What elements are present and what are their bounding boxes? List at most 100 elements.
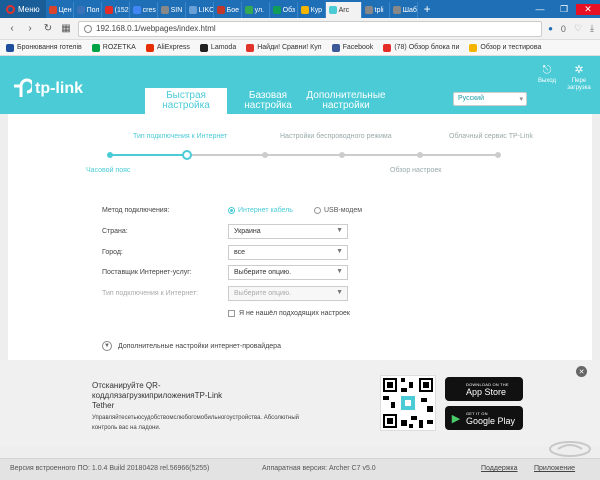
city-label: Город: — [102, 249, 123, 256]
bookmark-favicon-icon — [145, 43, 154, 52]
logo-text: tp-link — [35, 80, 83, 97]
language-select[interactable]: Русский ▾ — [453, 92, 527, 106]
tab-favicon-icon — [76, 6, 85, 14]
tplink-logo-icon — [14, 78, 32, 97]
router-footer: Версия встроенного ПО: 1.0.4 Build 20180… — [0, 458, 600, 480]
bookmark-item[interactable]: ROZETKA — [91, 43, 136, 52]
tether-promo — [0, 360, 600, 446]
bookmark-item[interactable]: Обзор и тестирова — [469, 43, 542, 52]
maximize-icon[interactable]: ❐ — [552, 4, 576, 15]
app-link[interactable]: Приложение — [534, 465, 575, 472]
step-timezone: Часовой пояс — [86, 167, 131, 174]
bookmark-favicon-icon — [91, 43, 100, 52]
url-field[interactable]: 192.168.0.1/webpages/index.html — [78, 20, 543, 37]
browser-tab[interactable]: ул. — [242, 2, 270, 18]
bookmark-item[interactable]: Бронювання готелів — [6, 43, 82, 52]
new-tab-button[interactable]: + — [418, 2, 437, 16]
browser-tab[interactable]: Цен — [46, 2, 74, 18]
chevron-down-icon: ▼ — [336, 268, 343, 275]
logout-button[interactable]: ⎋ Выход — [532, 64, 562, 85]
bookmark-item[interactable]: (78) Обзор блока пи — [383, 43, 459, 52]
reboot-button[interactable]: ✲ Пере загрузка — [564, 64, 594, 92]
browser-tab-label: (152 — [114, 6, 129, 14]
browser-tab[interactable]: LIKO — [186, 2, 214, 18]
tab-favicon-icon — [364, 6, 373, 14]
step-connection-type: Тип подключения к Интернет — [133, 133, 228, 140]
browser-tab[interactable]: Обз — [270, 2, 298, 18]
vpn-icon[interactable]: ● — [548, 24, 553, 33]
city-select[interactable]: все ▼ — [228, 245, 348, 260]
radio-usb-modem[interactable]: USB-модем — [314, 207, 362, 214]
advanced-isp-toggle[interactable]: ▼ Дополнительные настройки интернет-пров… — [102, 341, 281, 351]
isp-select[interactable]: Выберите опцию. ▼ — [228, 265, 348, 280]
city-value: все — [234, 249, 246, 256]
google-play-button[interactable]: ▶ GET IT ON Google Play — [445, 406, 523, 430]
tab-favicon-icon — [216, 6, 225, 14]
browser-tab[interactable]: Шаб — [390, 2, 418, 18]
browser-tab[interactable]: Кур — [298, 2, 326, 18]
bookmark-item[interactable]: AliExpress — [145, 43, 190, 52]
step-review: Обзор настроек — [390, 167, 442, 174]
step-dot-timezone — [107, 152, 113, 158]
step-cloud: Облачный сервис TP-Link — [449, 133, 533, 140]
browser-tab[interactable]: SIN — [158, 2, 186, 18]
tab-quick-setup-label: Быстрая настройка — [162, 90, 210, 111]
advanced-isp-label: Дополнительные настройки интернет-провай… — [118, 342, 281, 350]
bookmark-item[interactable]: Найди! Сравни! Куп — [246, 43, 322, 52]
chevron-down-icon: ▼ — [102, 341, 112, 351]
app-store-button[interactable]: DOWNLOAD ON THE App Store — [445, 377, 523, 401]
tab-advanced-setup-label: Дополнительные настройки — [306, 90, 386, 111]
promo-title: Отсканируйте QR-коддлязагрузкиприложения… — [92, 381, 223, 410]
opera-menu-button[interactable]: Меню — [0, 0, 46, 18]
step-dot-review — [339, 152, 345, 158]
tab-advanced-setup[interactable]: Дополнительные настройки — [305, 88, 387, 114]
back-icon[interactable]: ‹ — [6, 23, 18, 34]
downloads-icon[interactable]: ⤓ — [590, 23, 594, 34]
bookmark-favicon-icon — [331, 43, 340, 52]
close-icon[interactable]: ✕ — [576, 3, 600, 15]
watermark-logo-icon — [549, 441, 591, 457]
firmware-version: Версия встроенного ПО: 1.0.4 Build 20180… — [10, 465, 210, 472]
site-info-icon[interactable] — [84, 24, 92, 33]
speed-dial-icon[interactable]: ▦ — [60, 23, 72, 34]
browser-tab[interactable]: cres — [130, 2, 158, 18]
browser-tab[interactable]: Бое — [214, 2, 242, 18]
tab-favicon-icon — [188, 6, 197, 14]
not-found-checkbox[interactable]: Я не нашёл подходящих настроек — [228, 310, 350, 317]
browser-tab[interactable]: tpli — [362, 2, 390, 18]
country-select[interactable]: Украина ▼ — [228, 224, 348, 239]
opera-logo-icon — [6, 4, 15, 14]
browser-tab[interactable]: (152 — [102, 2, 130, 18]
bookmark-favicon-icon — [6, 43, 14, 52]
not-found-label: Я не нашёл подходящих настроек — [239, 310, 350, 317]
country-value: Украина — [234, 228, 261, 235]
bookmark-label: Найди! Сравни! Куп — [257, 44, 322, 51]
bookmark-label: Facebook — [342, 44, 374, 51]
promo-close-icon[interactable]: ✕ — [576, 366, 587, 377]
step-dot-connection-type — [182, 150, 192, 160]
bookmark-item[interactable]: Lamoda — [199, 43, 236, 52]
radio-unchecked-icon — [314, 207, 321, 214]
browser-tab[interactable]: Пол — [74, 2, 102, 18]
radio-internet-cable[interactable]: Интернет кабель — [228, 207, 293, 214]
tab-basic-setup[interactable]: Базовая настройка — [237, 88, 299, 114]
bookmark-item[interactable]: Facebook — [331, 43, 374, 52]
forward-icon[interactable]: › — [24, 23, 36, 34]
support-link[interactable]: Поддержка — [481, 465, 518, 472]
tab-favicon-icon — [272, 6, 281, 14]
browser-tab-label: Бое — [226, 6, 240, 14]
radio-internet-cable-label: Интернет кабель — [238, 207, 293, 214]
tab-quick-setup[interactable]: Быстрая настройка — [145, 88, 227, 114]
reload-icon[interactable]: ↻ — [42, 23, 54, 34]
browser-tab-strip: Меню Цен Пол (152 cres SIN LIKO Бое ул. Обз Кур Ar… — [0, 0, 600, 18]
minimize-icon[interactable]: — — [528, 4, 552, 15]
browser-tab[interactable]: Arc — [325, 2, 362, 18]
browser-tab-label: LIKO — [198, 6, 214, 14]
step-dot-cloud — [495, 152, 501, 158]
app-store-big: App Store — [466, 386, 507, 397]
bookmark-label: Обзор и тестирова — [480, 44, 542, 51]
bookmark-heart-icon[interactable]: ♡ — [574, 23, 582, 34]
app-store-small: DOWNLOAD ON THE — [466, 381, 509, 387]
browser-tab-label: tpli — [374, 6, 384, 14]
bookmark-favicon-icon — [199, 43, 208, 52]
